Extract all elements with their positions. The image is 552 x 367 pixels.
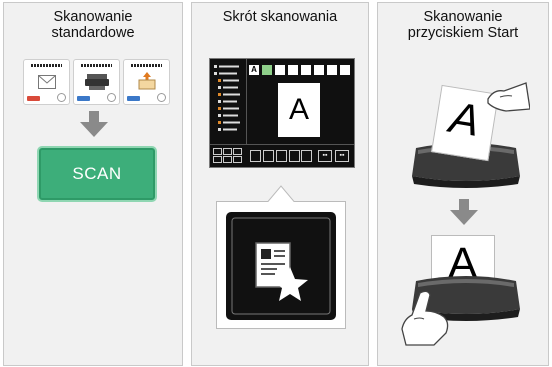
thumbnail[interactable] (301, 65, 311, 75)
scan-profile-card-folder[interactable] (123, 59, 170, 105)
panel-title: Skrót skanowania (192, 9, 368, 25)
thumbnail-letter[interactable]: A (249, 65, 259, 75)
arrow-down-icon (450, 199, 478, 225)
panel-scan-shortcut: Skrót skanowania A A ▪▪ ▪▪ (191, 2, 369, 366)
thumbnail[interactable] (327, 65, 337, 75)
thumbnail[interactable] (340, 65, 350, 75)
arrow-down-icon (80, 111, 108, 137)
panel-title-line2: przyciskiem Start (407, 25, 519, 41)
view-button[interactable]: ▪▪ (335, 150, 349, 162)
thumbnail-selected[interactable] (262, 65, 272, 75)
panel-standard-scan: Skanowanie standardowe SCAN (3, 2, 183, 366)
scanner-icon (85, 74, 109, 90)
thumbnail[interactable] (275, 65, 285, 75)
panel-title-line1: Skanowanie (53, 9, 133, 25)
page-preview: A (278, 83, 320, 137)
panel-title-line1: Skrót skanowania (222, 9, 338, 25)
card-tag (127, 96, 140, 101)
panel-title-line1: Skanowanie (423, 9, 503, 25)
thumbnail[interactable] (314, 65, 324, 75)
gear-icon[interactable] (157, 93, 166, 102)
folder-tree (214, 65, 240, 131)
grid-view-icon[interactable] (213, 148, 243, 164)
card-label (31, 64, 62, 67)
gear-icon[interactable] (107, 93, 116, 102)
card-tag (27, 96, 40, 101)
card-label (131, 64, 162, 67)
scan-button[interactable]: SCAN (37, 146, 157, 202)
thumbnail[interactable] (288, 65, 298, 75)
panel-title: Skanowanie standardowe (4, 9, 182, 41)
scan-app-preview: A A ▪▪ ▪▪ (209, 58, 355, 168)
card-label (81, 64, 112, 67)
envelope-icon (38, 75, 56, 89)
document-star-icon[interactable] (254, 241, 312, 305)
divider (210, 144, 354, 145)
card-tag (77, 96, 90, 101)
folder-upload-icon (138, 72, 156, 90)
panel-start-button-scan: Skanowanie przyciskiem Start A A (377, 2, 549, 366)
finger-press-icon (401, 290, 449, 346)
panel-title-line2: standardowe (51, 25, 135, 41)
gear-icon[interactable] (57, 93, 66, 102)
hand-icon (487, 82, 530, 112)
scan-profile-card-email[interactable] (23, 59, 70, 105)
panel-title: Skanowanie przyciskiem Start (378, 9, 548, 41)
scan-profile-card-scanner[interactable] (73, 59, 120, 105)
view-button[interactable]: ▪▪ (318, 150, 332, 162)
divider (246, 59, 247, 144)
page-strip (250, 150, 312, 162)
